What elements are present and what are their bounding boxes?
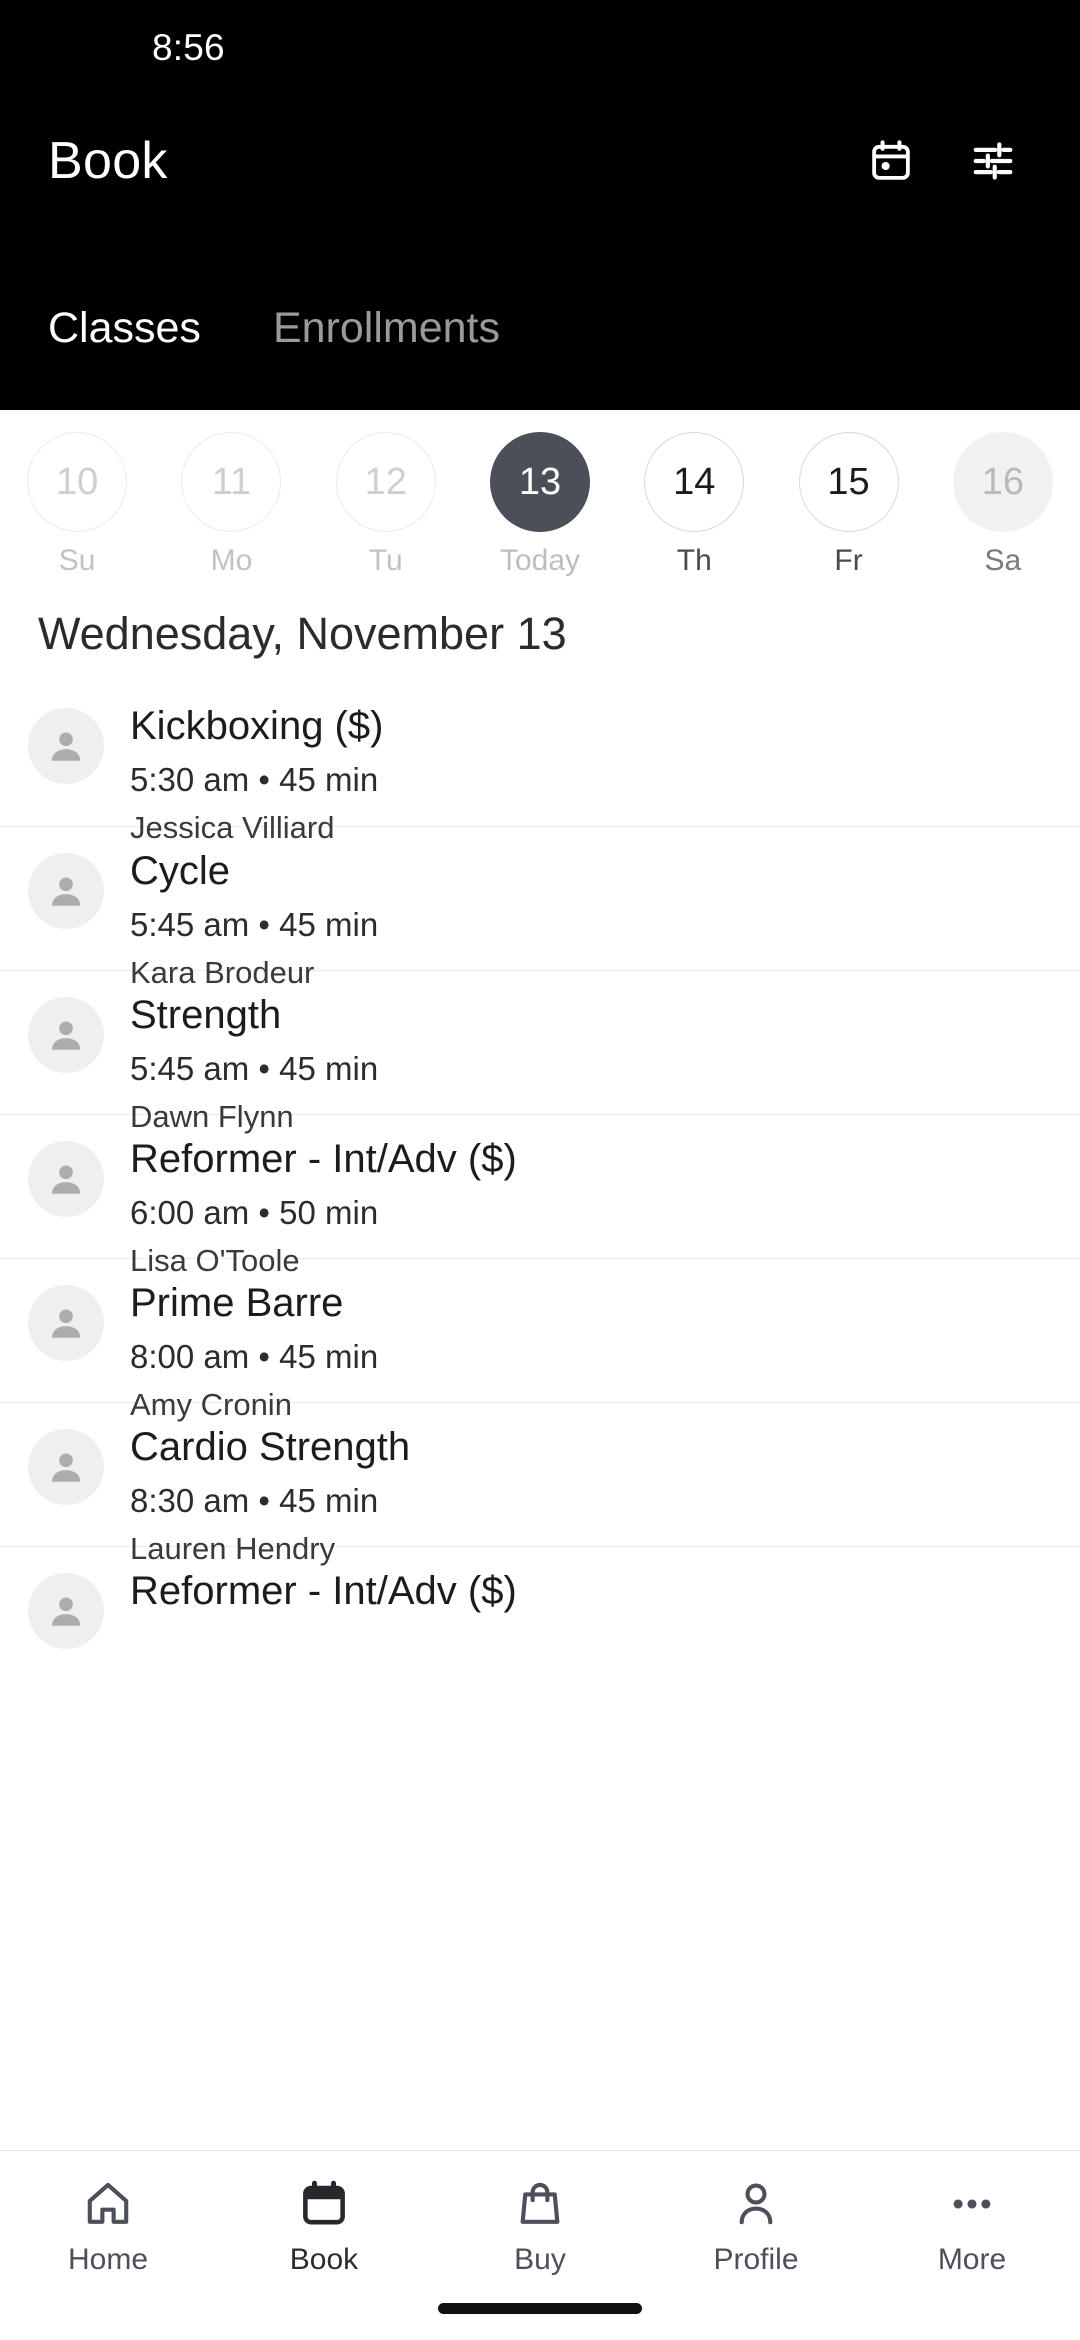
avatar xyxy=(28,1429,104,1505)
nav-label: More xyxy=(937,2243,1007,2276)
date-weekday: Th xyxy=(676,544,712,577)
nav-label: Book xyxy=(289,2243,359,2276)
class-title: Prime Barre xyxy=(130,1281,344,1325)
calendar-picker-icon[interactable] xyxy=(860,130,922,192)
class-instructor: Kara Brodeur xyxy=(130,955,315,991)
class-meta: 8:30 am • 45 min xyxy=(130,1481,379,1519)
nav-item-more[interactable]: More xyxy=(864,2175,1080,2275)
date-weekday: Mo xyxy=(210,544,253,577)
date-number: 14 xyxy=(644,432,745,532)
date-number: 16 xyxy=(952,432,1053,532)
table-row[interactable]: Kickboxing ($) 5:30 am • 45 min Jessica … xyxy=(0,682,1080,845)
avatar xyxy=(28,1285,104,1361)
class-info: Kickboxing ($) 5:30 am • 45 min Jessica … xyxy=(130,704,383,845)
date-strip: 10 Su 11 Mo 12 Tu 13 Today 14 Th 15 Fr 1… xyxy=(0,410,1080,586)
class-meta: 6:00 am • 50 min xyxy=(130,1193,379,1231)
class-instructor: Lauren Hendry xyxy=(130,1531,336,1567)
person-icon xyxy=(730,2175,782,2233)
date-weekday: Sa xyxy=(984,544,1022,577)
home-indicator-bar[interactable] xyxy=(438,2303,642,2314)
home-icon xyxy=(82,2175,134,2233)
selected-day-heading: Wednesday, November 13 xyxy=(0,586,1080,682)
nav-item-book[interactable]: Book xyxy=(216,2175,432,2275)
nav-item-home[interactable]: Home xyxy=(0,2175,216,2275)
title-bar-actions xyxy=(860,130,1024,192)
date-cell-13-selected[interactable]: 13 Today xyxy=(463,432,617,576)
nav-label: Home xyxy=(67,2243,149,2276)
class-info: Strength 5:45 am • 45 min Dawn Flynn xyxy=(130,993,378,1134)
class-title: Cardio Strength xyxy=(130,1425,411,1469)
class-list[interactable]: Kickboxing ($) 5:30 am • 45 min Jessica … xyxy=(0,682,1080,2150)
class-meta: 5:45 am • 45 min xyxy=(130,905,379,943)
table-row[interactable]: Cycle 5:45 am • 45 min Kara Brodeur xyxy=(0,826,1080,990)
class-info: Reformer - Int/Adv ($) 6:00 am • 50 min … xyxy=(130,1137,517,1278)
class-instructor: Dawn Flynn xyxy=(130,1099,294,1135)
tab-classes[interactable]: Classes xyxy=(34,300,215,357)
class-meta: 5:30 am • 45 min xyxy=(130,760,379,798)
date-cell-12[interactable]: 12 Tu xyxy=(309,432,463,576)
app-header: 8:56 Book Classes Enrollments xyxy=(0,0,1080,410)
more-horizontal-icon xyxy=(946,2175,998,2233)
avatar xyxy=(28,1141,104,1217)
class-title: Reformer - Int/Adv ($) xyxy=(130,1569,517,1613)
date-weekday: Tu xyxy=(368,544,403,577)
avatar xyxy=(28,1573,104,1649)
date-weekday: Today xyxy=(499,544,581,577)
class-title: Reformer - Int/Adv ($) xyxy=(130,1137,517,1181)
nav-item-buy[interactable]: Buy xyxy=(432,2175,648,2275)
class-info: Prime Barre 8:00 am • 45 min Amy Cronin xyxy=(130,1281,378,1422)
page-title: Book xyxy=(48,132,168,190)
date-cell-15[interactable]: 15 Fr xyxy=(771,432,925,576)
avatar xyxy=(28,708,104,784)
date-cell-14[interactable]: 14 Th xyxy=(617,432,771,576)
avatar xyxy=(28,997,104,1073)
nav-item-profile[interactable]: Profile xyxy=(648,2175,864,2275)
bottom-navigation: Home Book Buy Profile More xyxy=(0,2150,1080,2340)
class-title: Cycle xyxy=(130,849,231,893)
app-screen: 8:56 Book Classes Enrollments 10 Su 11 M… xyxy=(0,0,1080,2340)
class-info: Reformer - Int/Adv ($) xyxy=(130,1569,517,1614)
title-bar: Book xyxy=(0,96,1080,226)
class-instructor: Amy Cronin xyxy=(130,1387,292,1423)
class-info: Cardio Strength 8:30 am • 45 min Lauren … xyxy=(130,1425,410,1566)
status-bar-clock: 8:56 xyxy=(152,27,225,68)
date-cell-16[interactable]: 16 Sa xyxy=(926,432,1080,576)
date-cell-11[interactable]: 11 Mo xyxy=(154,432,308,576)
date-number: 10 xyxy=(27,432,128,532)
table-row-partial[interactable]: Reformer - Int/Adv ($) xyxy=(0,1546,1080,1690)
avatar xyxy=(28,853,104,929)
calendar-icon xyxy=(298,2175,350,2233)
nav-label: Profile xyxy=(713,2243,799,2276)
class-instructor: Jessica Villiard xyxy=(130,810,335,846)
date-weekday: Su xyxy=(58,544,96,577)
date-number: 12 xyxy=(335,432,436,532)
table-row[interactable]: Strength 5:45 am • 45 min Dawn Flynn xyxy=(0,970,1080,1134)
date-number: 11 xyxy=(181,432,282,532)
class-instructor: Lisa O'Toole xyxy=(130,1243,300,1279)
class-meta: 5:45 am • 45 min xyxy=(130,1049,379,1087)
class-title: Strength xyxy=(130,993,282,1037)
header-tabs: Classes Enrollments xyxy=(0,300,514,357)
table-row[interactable]: Cardio Strength 8:30 am • 45 min Lauren … xyxy=(0,1402,1080,1566)
class-title: Kickboxing ($) xyxy=(130,704,384,748)
nav-label: Buy xyxy=(514,2243,566,2276)
class-info: Cycle 5:45 am • 45 min Kara Brodeur xyxy=(130,849,378,990)
status-bar: 8:56 xyxy=(0,0,1080,96)
date-number: 15 xyxy=(798,432,899,532)
date-number: 13 xyxy=(489,432,590,532)
date-weekday: Fr xyxy=(834,544,863,577)
date-cell-10[interactable]: 10 Su xyxy=(0,432,154,576)
table-row[interactable]: Prime Barre 8:00 am • 45 min Amy Cronin xyxy=(0,1258,1080,1422)
class-meta: 8:00 am • 45 min xyxy=(130,1337,379,1375)
table-row[interactable]: Reformer - Int/Adv ($) 6:00 am • 50 min … xyxy=(0,1114,1080,1278)
tab-enrollments[interactable]: Enrollments xyxy=(259,300,514,357)
shopping-bag-icon xyxy=(514,2175,566,2233)
filter-icon[interactable] xyxy=(962,130,1024,192)
